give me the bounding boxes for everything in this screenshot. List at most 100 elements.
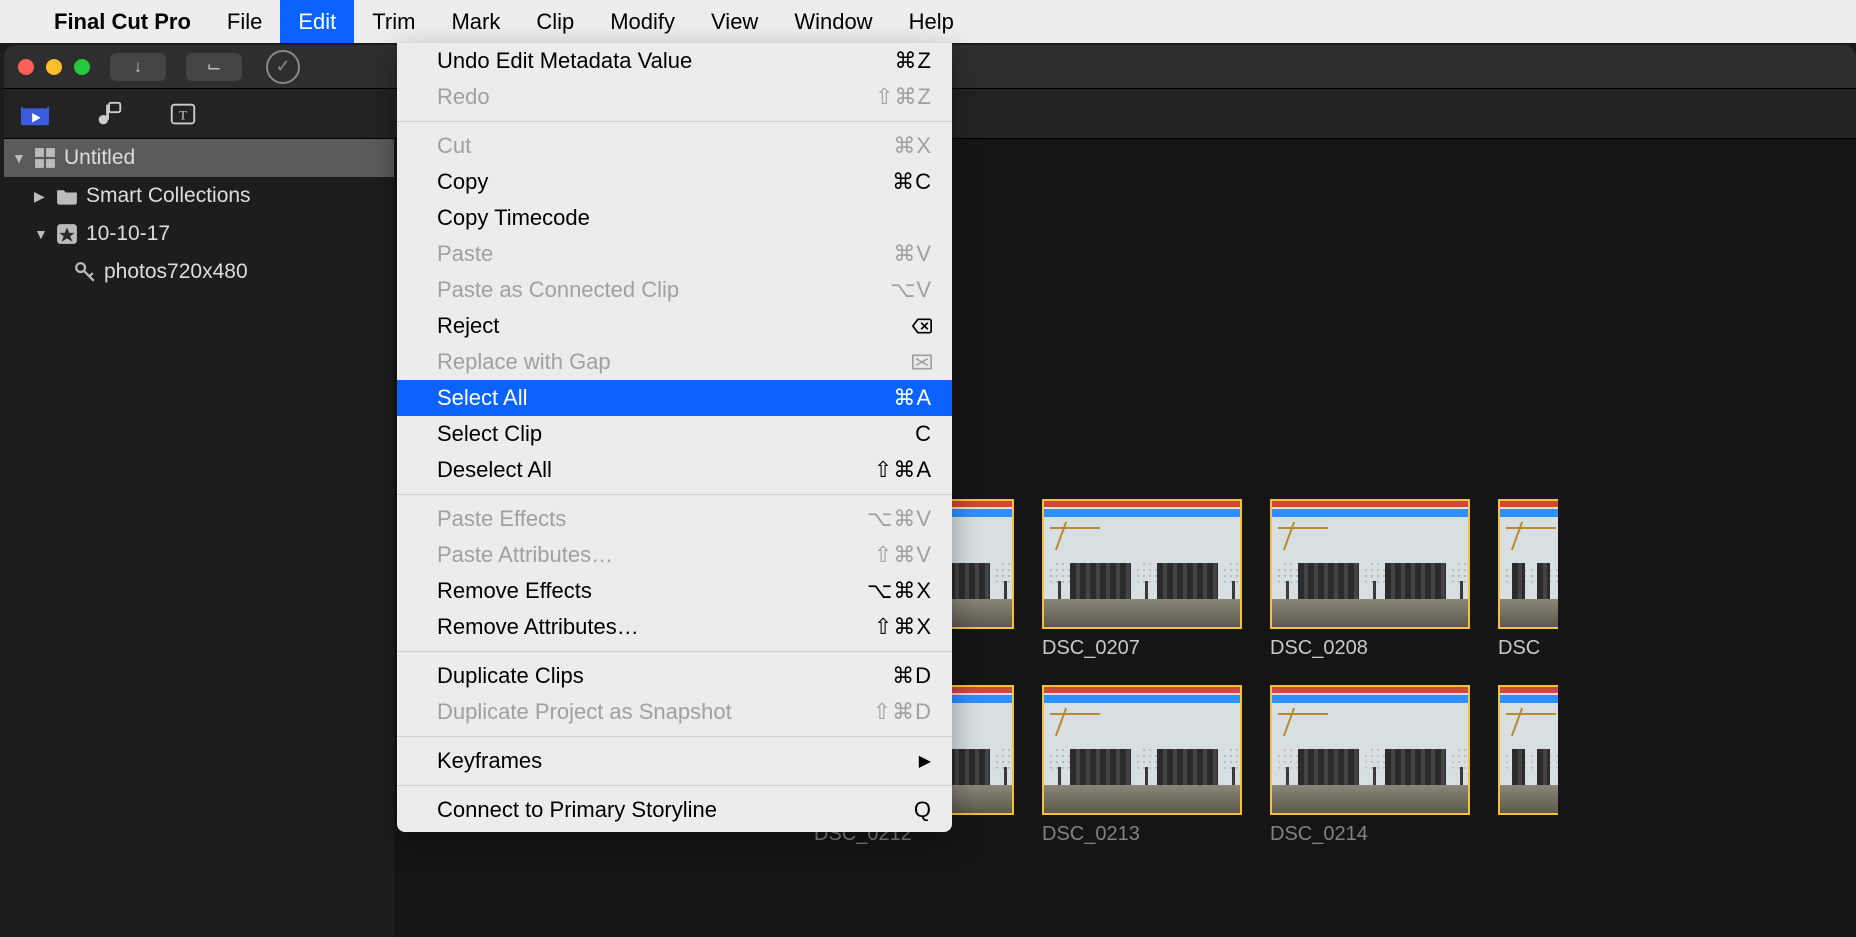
menu-modify[interactable]: Modify <box>592 0 693 43</box>
menu-item-copy-timecode[interactable]: Copy Timecode <box>397 200 952 236</box>
menu-item-paste-effects: Paste Effects⌥⌘V <box>397 501 952 537</box>
menu-item-label: Paste Attributes… <box>437 542 613 568</box>
scene-ground <box>1272 599 1468 627</box>
menu-trim[interactable]: Trim <box>354 0 433 43</box>
clip-thumbnail[interactable]: DSC_0213 <box>1042 685 1242 847</box>
menu-item-copy[interactable]: Copy⌘C <box>397 164 952 200</box>
sidebar-keyword-collection[interactable]: photos720x480 <box>4 253 394 291</box>
menu-item-label: Redo <box>437 84 490 110</box>
disclosure-triangle-icon[interactable]: ▼ <box>34 226 48 242</box>
menu-item-keyframes[interactable]: Keyframes ▶ <box>397 743 952 779</box>
clip-thumbnail-image <box>1498 685 1558 815</box>
menu-view[interactable]: View <box>693 0 776 43</box>
menu-clip[interactable]: Clip <box>518 0 592 43</box>
menu-help[interactable]: Help <box>891 0 972 43</box>
key-icon: ⌙ <box>206 56 221 77</box>
menu-item-duplicate-clips[interactable]: Duplicate Clips⌘D <box>397 658 952 694</box>
zoom-window-button[interactable] <box>74 59 90 75</box>
menu-file[interactable]: File <box>209 0 280 43</box>
menu-item-shortcut: ⌥V <box>890 277 932 303</box>
menu-item-label: Undo Edit Metadata Value <box>437 48 692 74</box>
photos-audio-icon[interactable] <box>92 99 126 129</box>
menu-item-select-all[interactable]: Select All ⌘A <box>397 380 952 416</box>
menu-item-reject[interactable]: Reject <box>397 308 952 344</box>
background-tasks-button[interactable]: ✓ <box>266 50 300 84</box>
sidebar-smart-collections[interactable]: ▶ Smart Collections <box>4 177 394 215</box>
scene-crane <box>1278 521 1338 551</box>
menu-item-shortcut: ⌘A <box>893 385 932 411</box>
clip-caption: DSC_0207 <box>1042 637 1242 661</box>
menu-item-remove-attributes[interactable]: Remove Attributes…⇧⌘X <box>397 609 952 645</box>
menu-item-shortcut <box>912 352 932 372</box>
menu-window[interactable]: Window <box>776 0 890 43</box>
menu-item-shortcut: ⌥⌘X <box>867 578 932 604</box>
menu-separator <box>397 651 952 652</box>
download-arrow-icon: ↓ <box>134 56 143 77</box>
menubar: Final Cut Pro File Edit Trim Mark Clip M… <box>0 0 1856 43</box>
scene-crane <box>1506 521 1558 551</box>
minimize-window-button[interactable] <box>46 59 62 75</box>
marker-stripe-red <box>1044 501 1240 507</box>
folder-icon <box>56 185 78 207</box>
menu-item-shortcut: ⌘Z <box>895 48 932 74</box>
clip-thumbnail[interactable]: DSC_0207 <box>1042 499 1242 661</box>
menu-item-paste-attributes: Paste Attributes…⇧⌘V <box>397 537 952 573</box>
disclosure-triangle-icon[interactable]: ▼ <box>12 150 26 166</box>
clip-thumbnail[interactable]: DSC_0208 <box>1270 499 1470 661</box>
clip-thumbnail[interactable] <box>1498 685 1558 847</box>
sidebar-smart-label: Smart Collections <box>86 184 251 208</box>
clip-caption: DSC_0214 <box>1270 823 1470 847</box>
menu-item-label: Paste <box>437 241 493 267</box>
menu-item-select-clip[interactable]: Select Clip C <box>397 416 952 452</box>
clip-thumbnail[interactable]: DSC_0214 <box>1270 685 1470 847</box>
scene-crane <box>1278 707 1338 737</box>
menu-item-connect-to-primary-storyline[interactable]: Connect to Primary StorylineQ <box>397 792 952 828</box>
menu-item-undo-edit-metadata-value[interactable]: Undo Edit Metadata Value ⌘Z <box>397 43 952 79</box>
svg-text:T: T <box>179 107 187 122</box>
marker-stripe-blue <box>1500 695 1558 703</box>
menu-item-remove-effects[interactable]: Remove Effects ⌥⌘X <box>397 573 952 609</box>
menu-item-label: Deselect All <box>437 457 552 483</box>
event-star-icon <box>56 223 78 245</box>
sidebar-event[interactable]: ▼ 10-10-17 <box>4 215 394 253</box>
menu-item-label: Remove Effects <box>437 578 592 604</box>
menu-item-cut: Cut⌘X <box>397 128 952 164</box>
scene-ground <box>1500 599 1558 627</box>
window-controls <box>18 59 90 75</box>
scene-ground <box>1044 599 1240 627</box>
scene-crane <box>1050 707 1110 737</box>
titles-generators-icon[interactable]: T <box>166 99 200 129</box>
keyword-key-icon <box>74 261 96 283</box>
menu-item-label: Select All <box>437 385 528 411</box>
menu-item-label: Replace with Gap <box>437 349 611 375</box>
menu-item-label: Keyframes <box>437 748 542 774</box>
menu-mark[interactable]: Mark <box>433 0 518 43</box>
menu-separator <box>397 121 952 122</box>
keyword-editor-button[interactable]: ⌙ <box>186 53 242 81</box>
library-sidebar: ▼ Untitled ▶ Smart Collections ▼ 10-10-1… <box>4 139 394 937</box>
app-name[interactable]: Final Cut Pro <box>36 9 209 35</box>
menu-item-label: Duplicate Clips <box>437 663 584 689</box>
menu-edit[interactable]: Edit <box>280 0 354 43</box>
menu-item-label: Paste Effects <box>437 506 566 532</box>
menu-item-shortcut: ▶ <box>919 751 932 771</box>
marker-stripe-blue <box>1272 695 1468 703</box>
menu-item-shortcut: ⌘V <box>893 241 932 267</box>
marker-stripe-red <box>1272 501 1468 507</box>
menu-item-label: Select Clip <box>437 421 542 447</box>
edit-menu-dropdown: Undo Edit Metadata Value⌘ZRedo⇧⌘ZCut⌘XCo… <box>397 43 952 832</box>
disclosure-triangle-icon[interactable]: ▶ <box>34 188 48 205</box>
clip-thumbnail[interactable]: DSC <box>1498 499 1558 661</box>
sidebar-library[interactable]: ▼ Untitled <box>4 139 394 177</box>
scene-crane <box>1506 707 1558 737</box>
menu-item-shortcut <box>912 316 932 336</box>
menu-item-label: Paste as Connected Clip <box>437 277 679 303</box>
menu-item-shortcut: C <box>915 421 932 447</box>
menu-item-paste-as-connected-clip: Paste as Connected Clip ⌥V <box>397 272 952 308</box>
close-window-button[interactable] <box>18 59 34 75</box>
import-button[interactable]: ↓ <box>110 53 166 81</box>
library-media-icon[interactable] <box>18 99 52 129</box>
menu-item-shortcut: ⇧⌘X <box>874 614 932 640</box>
menu-item-deselect-all[interactable]: Deselect All⇧⌘A <box>397 452 952 488</box>
marker-stripe-blue <box>1044 509 1240 517</box>
